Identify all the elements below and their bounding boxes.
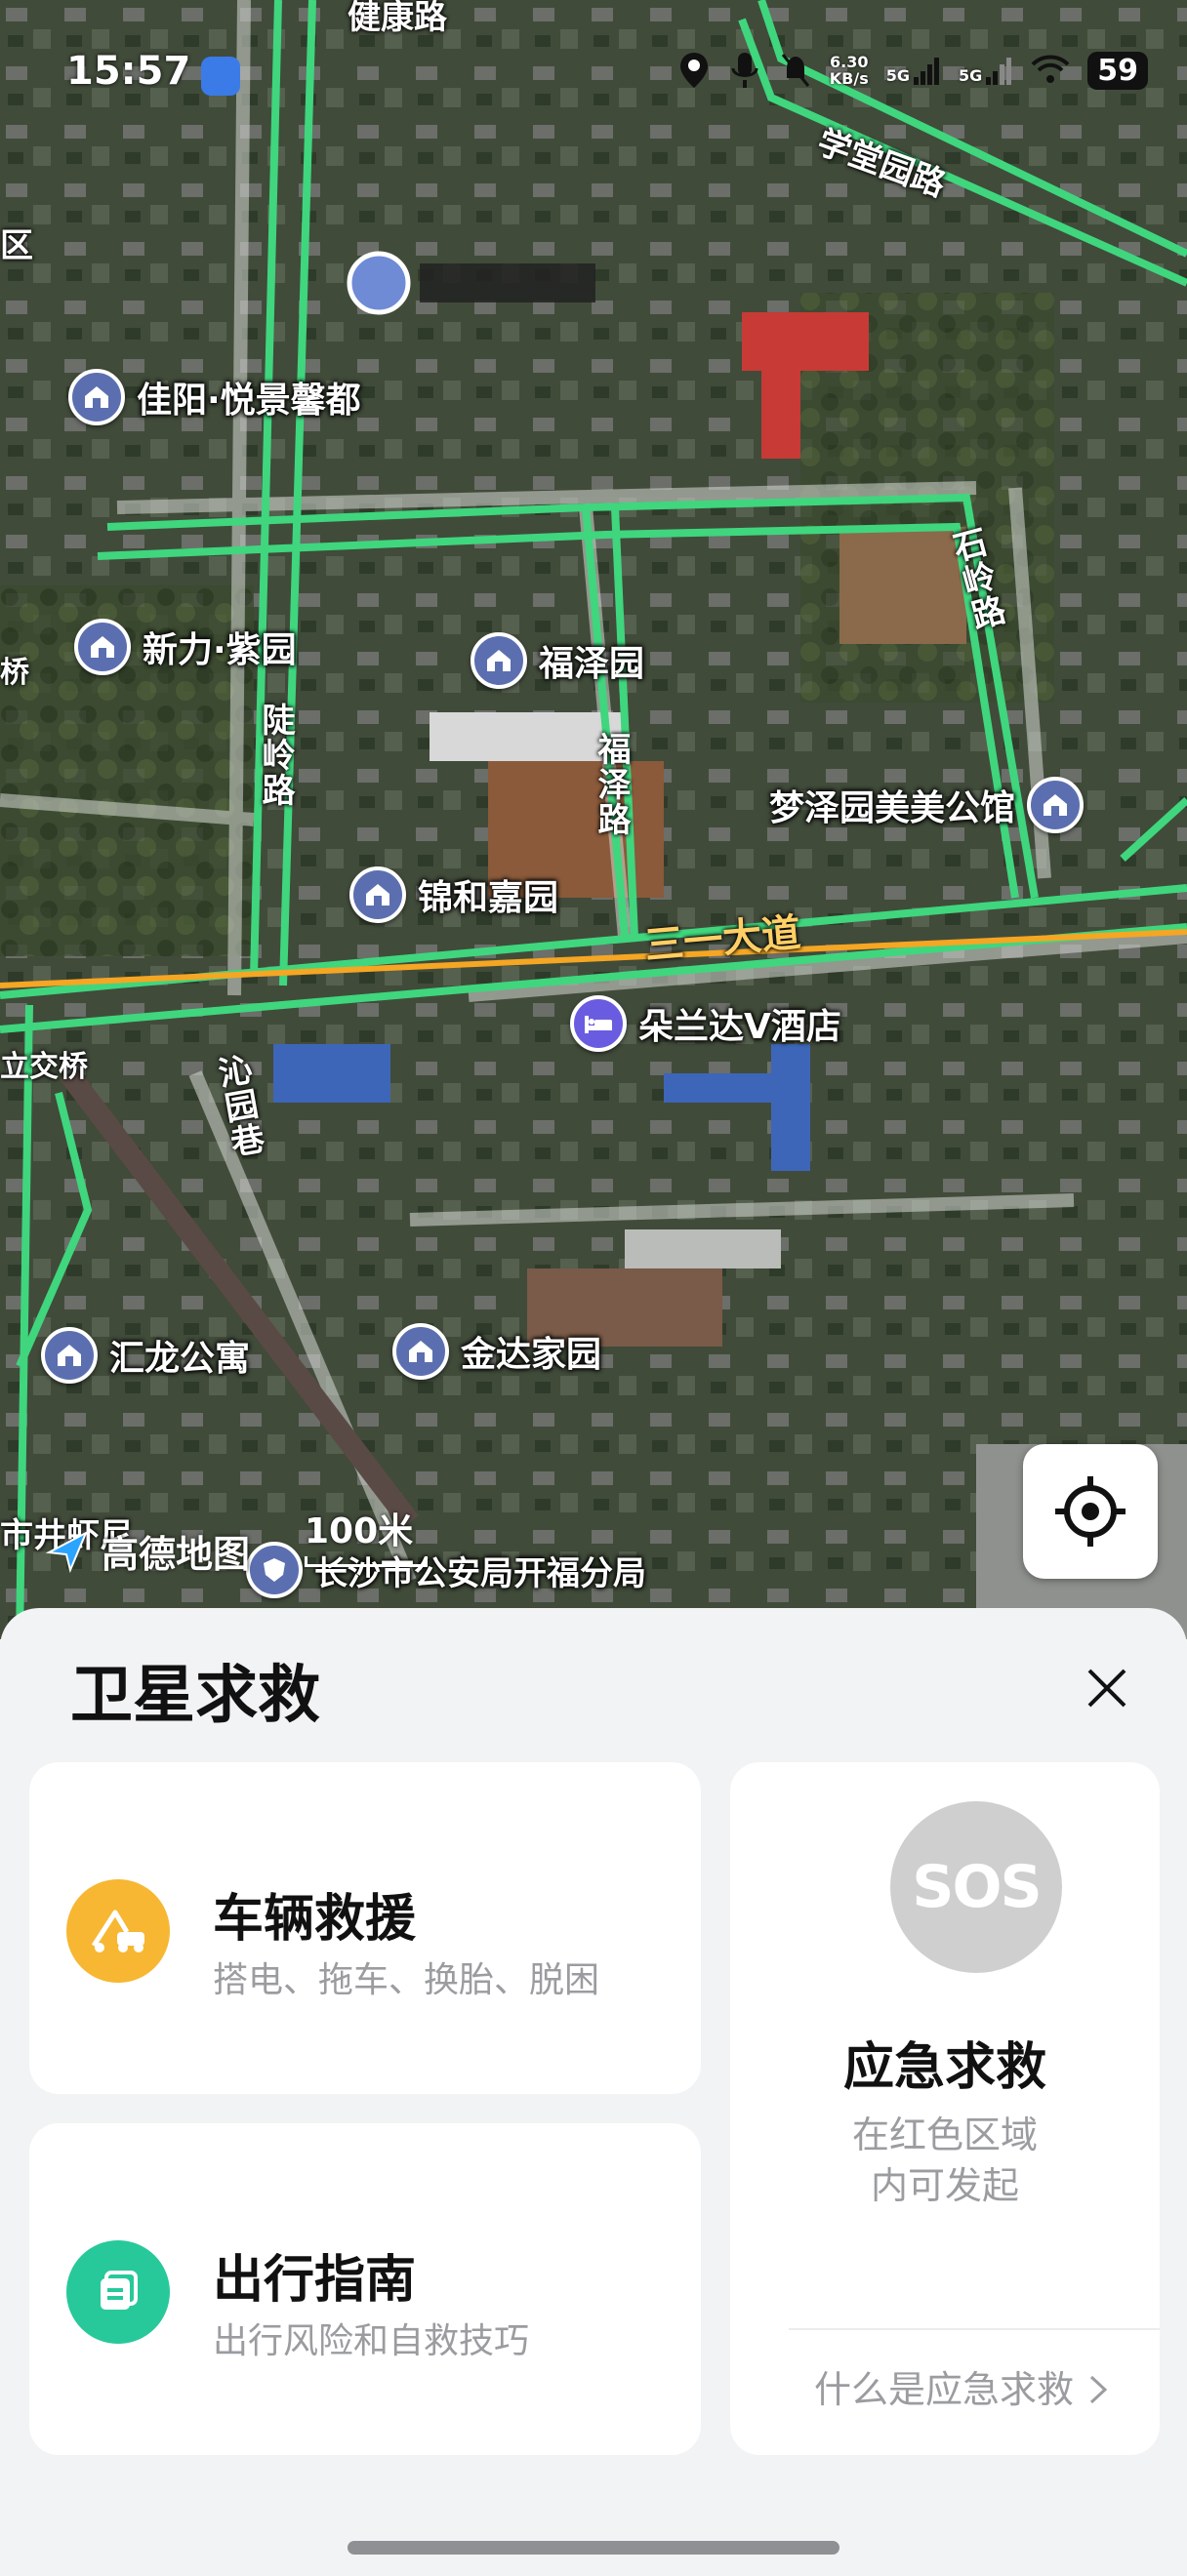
poi-label: 金达家园 — [461, 1335, 602, 1375]
status-bar: 15:57 6.30 KB/s 5G 5G 59 — [0, 0, 1187, 146]
signal-icon: 5G — [959, 56, 1013, 85]
mic-icon — [731, 53, 758, 88]
poi-label: 汇龙公寓 — [109, 1339, 251, 1379]
crosshair-icon — [1055, 1476, 1126, 1547]
road-label-fuze: 福泽路 — [592, 732, 631, 837]
poi-fuzeyuan[interactable]: 福泽园 — [471, 632, 644, 689]
vehicle-rescue-card[interactable]: 车辆救援 搭电、拖车、换胎、脱困 — [29, 1762, 701, 2094]
what-is-sos-link[interactable]: 什么是应急求救 — [814, 2359, 1111, 2413]
poi-hotel[interactable]: 朵兰达V酒店 — [570, 995, 841, 1052]
battery-icon: 59 — [1087, 51, 1148, 90]
building-icon — [349, 866, 406, 923]
sos-badge-label: SOS — [912, 1853, 1042, 1921]
poi-label: 新力·紫园 — [143, 630, 297, 670]
map-label-qu: 区 — [0, 226, 33, 265]
divider — [789, 2328, 1160, 2330]
sos-description: 在红色区域 内可发起 — [851, 2113, 1038, 2207]
signal-icon: 5G — [886, 56, 941, 85]
close-button[interactable] — [1074, 1655, 1140, 1721]
building-icon — [1027, 777, 1085, 833]
travel-guide-title: 出行指南 — [213, 2251, 417, 2310]
poi-label: 福泽园 — [539, 644, 645, 684]
chevron-right-icon — [1090, 2375, 1108, 2404]
poi-jinda[interactable]: 金达家园 — [392, 1323, 601, 1380]
home-indicator[interactable] — [348, 2541, 839, 2555]
location-icon — [679, 53, 708, 88]
road-label-lijiaoqiao: 立交桥 — [0, 1050, 88, 1084]
wifi-icon — [1031, 55, 1070, 83]
building-icon — [471, 632, 527, 689]
building-icon — [392, 1323, 449, 1380]
status-time: 15:57 — [66, 49, 191, 94]
building-icon — [41, 1327, 98, 1384]
tow-truck-icon — [66, 1879, 170, 1983]
travel-guide-card[interactable]: 出行指南 出行风险和自救技巧 — [29, 2123, 701, 2455]
building-icon — [68, 369, 125, 425]
map-label-qiao: 桥 — [0, 656, 29, 690]
poi-jiayang[interactable]: 佳阳·悦景馨都 — [68, 369, 361, 425]
locate-button[interactable] — [1023, 1444, 1158, 1579]
poi-label: 锦和嘉园 — [418, 878, 559, 918]
amap-text: 高德地图 — [102, 1533, 251, 1576]
close-icon — [1087, 1669, 1126, 1708]
poi-xinli[interactable]: 新力·紫园 — [74, 619, 297, 675]
poi-huilong[interactable]: 汇龙公寓 — [41, 1327, 250, 1384]
satellite-rescue-sheet: 卫星求救 车辆救援 搭电、拖车、换胎、脱困 出行指南 出行风险和自救技巧 SOS… — [0, 1608, 1187, 2576]
poi-label: 佳阳·悦景馨都 — [137, 381, 361, 421]
satellite-map[interactable]: 健康路 学堂园路 石岭路 陡岭路 福泽路 三一大道 沁园巷 立交桥 桥 区 市井… — [0, 0, 1187, 1639]
mute-icon — [781, 54, 809, 87]
guide-book-icon — [66, 2240, 170, 2344]
poi-mengzeyuan[interactable]: 梦泽园美美公馆 — [769, 777, 1085, 833]
sheet-title: 卫星求救 — [70, 1660, 320, 1732]
building-icon — [74, 619, 131, 675]
scale-label: 100米 — [305, 1511, 414, 1551]
poi-label: 朵兰达V酒店 — [638, 1007, 841, 1047]
poi-label: 梦泽园美美公馆 — [769, 788, 1016, 828]
vehicle-rescue-subtitle: 搭电、拖车、换胎、脱困 — [213, 1960, 600, 2000]
amap-attribution: 高德地图 — [43, 1524, 250, 1578]
sos-title: 应急求救 — [842, 2038, 1046, 2097]
hotel-icon — [570, 995, 627, 1052]
app-notification-icon — [201, 57, 240, 96]
sos-button[interactable]: SOS — [890, 1801, 1062, 1973]
scale-bar — [305, 1556, 428, 1567]
net-speed: 6.30 KB/s — [829, 53, 869, 88]
poi-jinhejiayuan[interactable]: 锦和嘉园 — [349, 866, 558, 923]
travel-guide-subtitle: 出行风险和自救技巧 — [213, 2321, 530, 2361]
vehicle-rescue-title: 车辆救援 — [213, 1890, 417, 1949]
road-label-luling: 陡岭路 — [256, 703, 295, 808]
police-icon — [246, 1542, 303, 1598]
emergency-sos-card[interactable]: SOS 应急求救 在红色区域 内可发起 什么是应急求救 — [730, 1762, 1160, 2455]
amap-logo-icon — [45, 1530, 89, 1573]
